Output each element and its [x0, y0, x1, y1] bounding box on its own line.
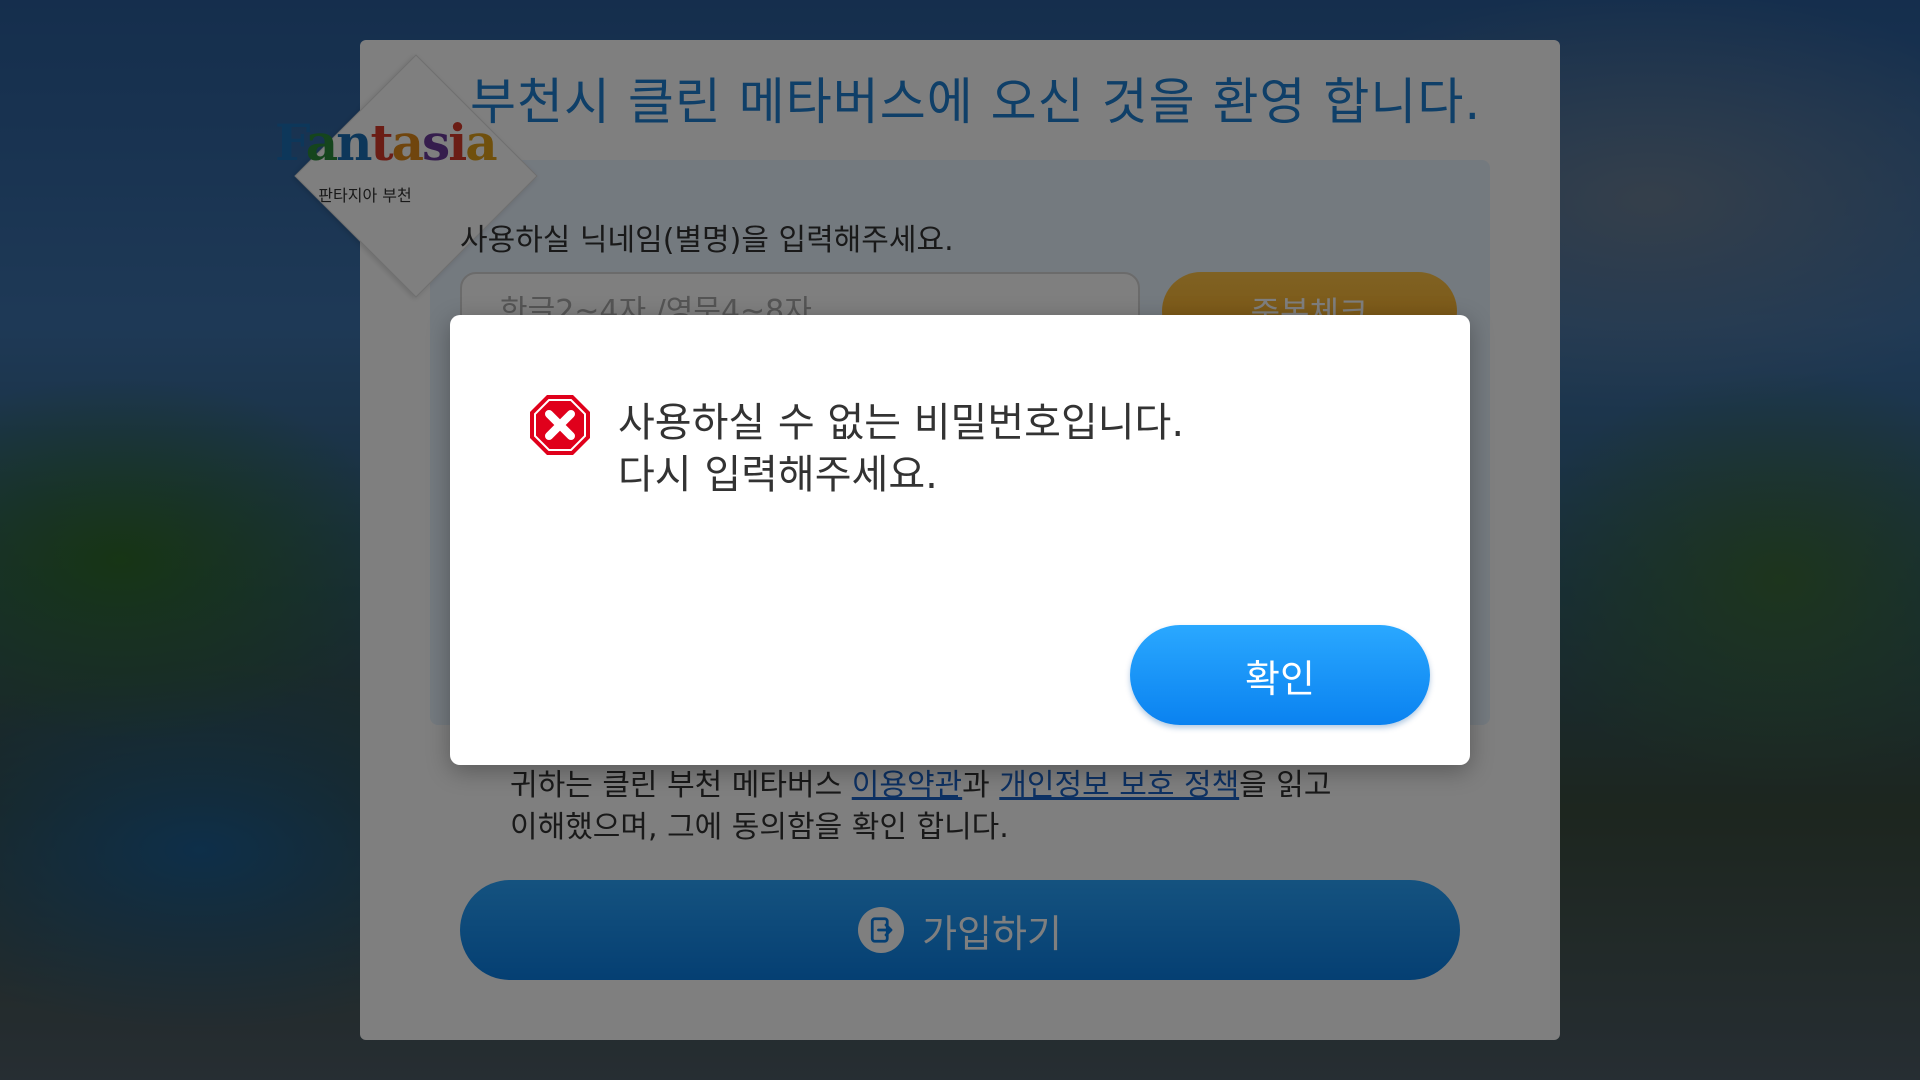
alert-message-line-1: 사용하실 수 없는 비밀번호입니다.: [618, 400, 1185, 446]
alert-message-line-2: 다시 입력해주세요.: [618, 452, 938, 498]
alert-message: 사용하실 수 없는 비밀번호입니다. 다시 입력해주세요.: [618, 397, 1184, 501]
error-stop-icon: [530, 395, 590, 455]
background-scene: Fantasia 판타지아 부천 부천시 클린 메타버스에 오신 것을 환영 합…: [0, 0, 1920, 1080]
alert-dialog: 사용하실 수 없는 비밀번호입니다. 다시 입력해주세요. 확인: [450, 315, 1470, 765]
confirm-button[interactable]: 확인: [1130, 625, 1430, 725]
